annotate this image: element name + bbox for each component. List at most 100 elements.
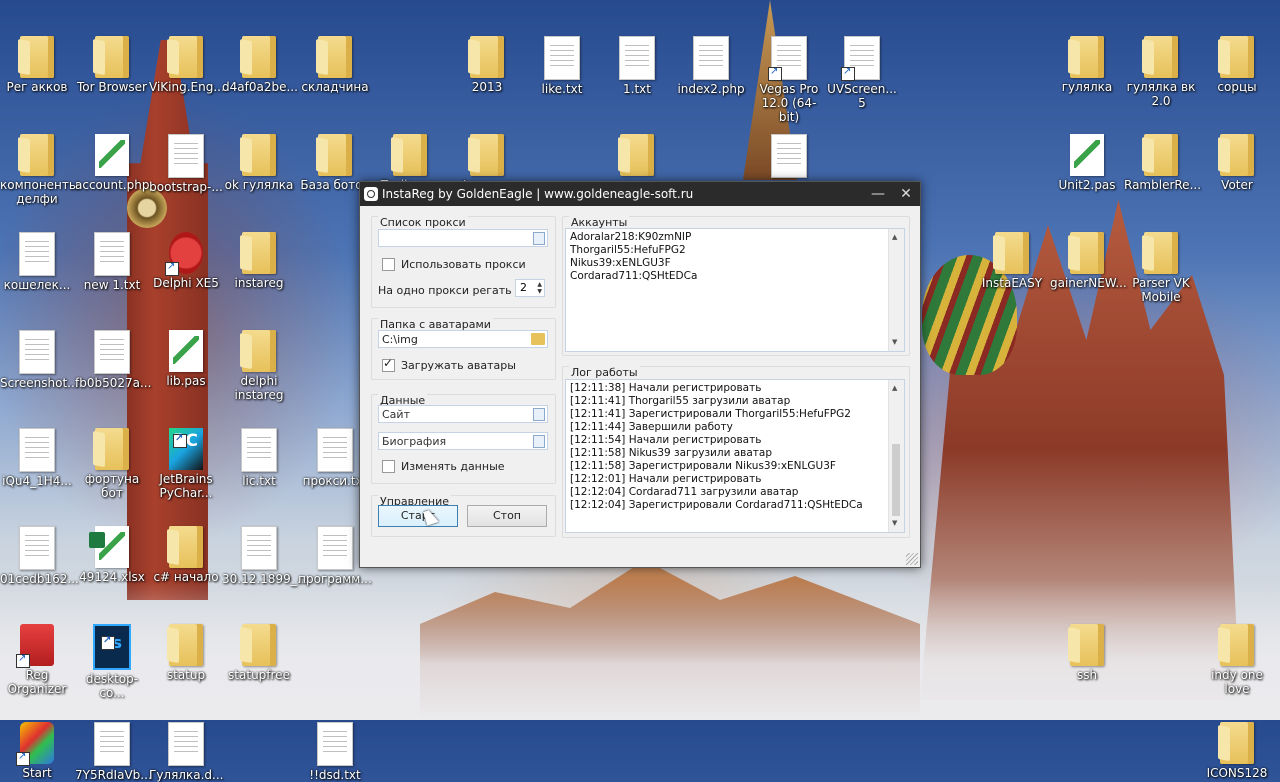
account-item[interactable]: Thorgaril55:HefuFPG2: [570, 244, 900, 257]
desktop-icon[interactable]: RamblerRe...: [1124, 134, 1202, 192]
desktop-icon-label: 2013: [471, 80, 503, 94]
stepper-arrows-icon[interactable]: ▲ ▼: [537, 281, 542, 295]
log-group: Лог работы [12:11:38] Начали регистриров…: [562, 366, 910, 538]
change-data-checkbox[interactable]: Изменять данные: [382, 460, 505, 473]
desktop-icon[interactable]: fb0b5027a...: [75, 330, 151, 390]
accounts-scrollbar[interactable]: ▲ ▼: [888, 229, 904, 351]
scroll-up-icon[interactable]: ▲: [892, 231, 897, 244]
desktop-icon[interactable]: statup: [149, 624, 223, 682]
desktop-icon[interactable]: PCJetBrains PyChar...: [149, 428, 223, 500]
desktop-icon-label: ssh: [1076, 668, 1098, 682]
desktop-icon[interactable]: indy one love: [1200, 624, 1274, 696]
folder-open-icon[interactable]: [531, 333, 545, 345]
desktop-icon[interactable]: складчина: [298, 36, 372, 94]
checkbox-box[interactable]: [382, 460, 395, 473]
desktop-icon[interactable]: сорцы: [1200, 36, 1274, 94]
accounts-list[interactable]: Adoralar218:K90zmNIP Thorgaril55:HefuFPG2…: [565, 228, 905, 352]
desktop-icon[interactable]: lic.txt: [222, 428, 296, 488]
desktop-icon[interactable]: InstaEASY: [975, 232, 1049, 290]
desktop-icon[interactable]: Reg Organizer: [0, 624, 74, 696]
desktop-icon[interactable]: Vegas Pro 12.0 (64-bit): [752, 36, 826, 124]
use-proxy-checkbox[interactable]: Использовать прокси: [382, 258, 526, 271]
desktop-icon[interactable]: statupfree: [222, 624, 296, 682]
close-button[interactable]: ✕: [892, 186, 920, 202]
desktop-icon[interactable]: ok гулялка: [222, 134, 296, 192]
log-line: [12:11:44] Завершили работу: [570, 421, 733, 433]
proxy-list-field[interactable]: [378, 229, 548, 247]
scroll-down-icon[interactable]: ▼: [892, 336, 897, 349]
desktop-icon[interactable]: 49124.xlsx: [75, 526, 149, 584]
desktop-icon[interactable]: UVScreen... 5: [825, 36, 899, 110]
desktop-icon[interactable]: index2.php: [674, 36, 748, 96]
scroll-thumb[interactable]: [892, 444, 900, 516]
desktop-icon[interactable]: like.txt: [525, 36, 599, 96]
desktop-icon[interactable]: компоненты делфи: [0, 134, 78, 206]
account-item[interactable]: Cordarad711:QSHtEDCa: [570, 270, 900, 283]
checkbox-box[interactable]: [382, 356, 395, 372]
desktop-icon[interactable]: 30.12.1899_...: [222, 526, 308, 586]
bio-field[interactable]: Биография: [378, 432, 548, 450]
desktop-icon[interactable]: ViKing.Eng...: [149, 36, 225, 94]
site-field[interactable]: Сайт: [378, 405, 548, 423]
desktop-icon[interactable]: Parser VK Mobile: [1124, 232, 1198, 304]
log-list[interactable]: [12:11:38] Начали регистрировать [12:11:4…: [565, 379, 905, 533]
file-browse-icon[interactable]: [533, 408, 545, 421]
desktop-icon-label: instareg: [234, 276, 284, 290]
desktop-icon[interactable]: фортуна бот: [75, 428, 149, 500]
scroll-up-icon[interactable]: ▲: [892, 382, 897, 395]
desktop-icon[interactable]: 2013: [450, 36, 524, 94]
minimize-button[interactable]: —: [864, 186, 892, 202]
desktop-icon[interactable]: gainerNEW...: [1050, 232, 1127, 290]
desktop-icon[interactable]: Рег акков: [0, 36, 74, 94]
desktop-icon[interactable]: 1.txt: [600, 36, 674, 96]
account-item[interactable]: Adoralar218:K90zmNIP: [570, 231, 900, 244]
desktop-icon[interactable]: ICONS128: [1200, 722, 1274, 780]
accounts-group: Аккаунты Adoralar218:K90zmNIP Thorgaril55…: [562, 216, 910, 356]
desktop-icon[interactable]: account.php: [75, 134, 149, 192]
title-bar[interactable]: InstaReg by GoldenEagle | www.goldeneagl…: [360, 182, 920, 206]
avatars-folder-field[interactable]: C:\img: [378, 330, 548, 348]
desktop-icon[interactable]: lib.pas: [149, 330, 223, 388]
desktop-icon[interactable]: Psdesktop-co...: [75, 624, 149, 700]
desktop-icon[interactable]: 01cedb162...: [0, 526, 79, 586]
resize-grip[interactable]: [906, 553, 918, 565]
desktop-icon[interactable]: !!dsd.txt: [298, 722, 372, 782]
document-icon: [19, 330, 55, 374]
desktop-icon[interactable]: гулялка вк 2.0: [1124, 36, 1198, 108]
folder-icon: [242, 330, 276, 372]
document-icon: [168, 134, 204, 178]
start-button[interactable]: Старт: [378, 505, 458, 527]
desktop-icon[interactable]: Start: [0, 722, 74, 780]
desktop-icon[interactable]: гулялка: [1050, 36, 1124, 94]
shortcut-arrow-icon: [101, 634, 115, 650]
folder-icon: [1220, 722, 1254, 764]
document-icon: [168, 722, 204, 766]
desktop-icon[interactable]: 7Y5RdIaVb...: [75, 722, 152, 782]
per-proxy-stepper[interactable]: 2 ▲ ▼: [515, 279, 545, 297]
desktop-icon[interactable]: delphi instareg: [222, 330, 296, 402]
desktop-icon[interactable]: ssh: [1050, 624, 1124, 682]
desktop-icon[interactable]: d4af0a2be...: [222, 36, 298, 94]
desktop-icon[interactable]: Гулялка.d...: [149, 722, 223, 782]
document-icon: [241, 428, 277, 472]
desktop-icon[interactable]: iQu4_1H4...: [0, 428, 74, 488]
file-browse-icon[interactable]: [533, 232, 545, 245]
desktop-icon[interactable]: c# начало: [149, 526, 223, 584]
load-avatars-checkbox[interactable]: Загружать аватары: [382, 356, 516, 372]
scroll-down-icon[interactable]: ▼: [892, 517, 897, 530]
file-browse-icon[interactable]: [533, 435, 545, 448]
desktop-icon[interactable]: new 1.txt: [75, 232, 149, 292]
desktop-icon-label: RamblerRe...: [1124, 178, 1202, 192]
account-item[interactable]: Nikus39:xENLGU3F: [570, 257, 900, 270]
log-scrollbar[interactable]: ▲ ▼: [888, 380, 904, 532]
desktop-icon[interactable]: instareg: [222, 232, 296, 290]
desktop-icon[interactable]: Delphi XE5: [149, 232, 223, 290]
desktop-icon[interactable]: кошелек...: [0, 232, 74, 292]
desktop-icon[interactable]: Voter: [1200, 134, 1274, 192]
desktop-icon[interactable]: Screenshot...: [0, 330, 79, 390]
desktop-icon[interactable]: bootstrap-...: [149, 134, 223, 194]
stop-button[interactable]: Стоп: [467, 505, 547, 527]
desktop-icon[interactable]: Tor Browser: [75, 36, 149, 94]
checkbox-box[interactable]: [382, 258, 395, 271]
desktop-icon[interactable]: Unit2.pas: [1050, 134, 1124, 192]
